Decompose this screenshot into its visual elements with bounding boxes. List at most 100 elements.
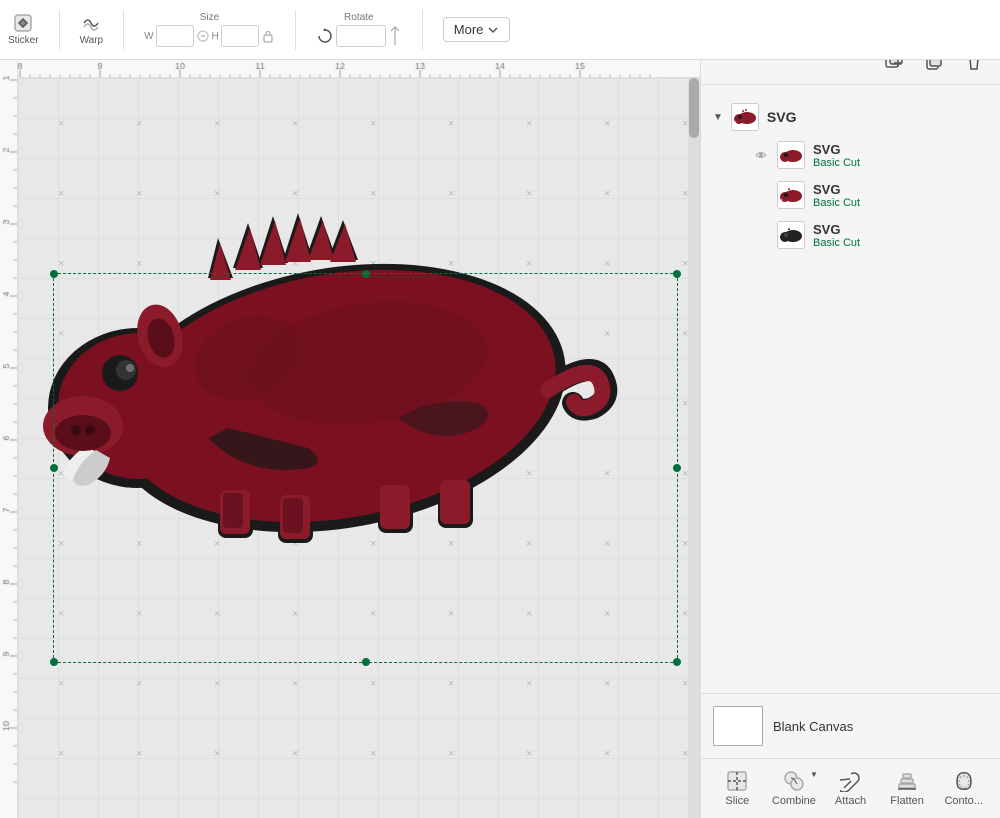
scrollbar-thumb[interactable] [689, 78, 699, 138]
layer-group-header[interactable]: ▼ SVG [713, 99, 988, 135]
attach-icon [840, 770, 862, 792]
grid-cross: × [136, 118, 142, 130]
flatten-icon [896, 770, 918, 792]
more-button[interactable]: More [443, 17, 511, 42]
combine-dropdown-arrow: ▼ [810, 770, 818, 779]
combine-label: Combine [772, 795, 816, 807]
rotate-input[interactable] [336, 25, 386, 47]
grid-cross: × [214, 608, 220, 620]
vertical-ruler [0, 60, 18, 818]
blank-canvas-label: Blank Canvas [773, 719, 853, 734]
grid-cross: × [370, 608, 376, 620]
item-type-3: Basic Cut [813, 237, 860, 249]
divider-4 [422, 10, 423, 50]
grid-cross: × [214, 118, 220, 130]
bottom-toolbar: Slice ▼ Combine Attach Flatte [701, 758, 1000, 818]
size-group: Size W H [144, 12, 275, 47]
blank-canvas-row: Blank Canvas [713, 706, 988, 746]
blank-canvas-thumb [713, 706, 763, 746]
more-label: More [454, 22, 484, 37]
w-label: W [144, 31, 153, 42]
item-type-1: Basic Cut [813, 157, 860, 169]
list-item[interactable]: SVG Basic Cut [713, 135, 988, 175]
link-icon [196, 29, 210, 43]
grid-cross: × [292, 608, 298, 620]
grid-cross: × [214, 748, 220, 760]
chevron-down-icon [487, 24, 499, 36]
attach-label: Attach [835, 795, 866, 807]
list-item[interactable]: SVG Basic Cut [713, 215, 988, 255]
grid-cross: × [136, 748, 142, 760]
warp-tool[interactable]: Warp [80, 13, 104, 46]
layer-group-svg: ▼ SVG [701, 93, 1000, 261]
item-info-2: SVG Basic Cut [813, 182, 860, 209]
rotate-icon [316, 27, 334, 45]
grid-cross: × [370, 118, 376, 130]
width-input[interactable] [156, 25, 194, 47]
slice-icon [726, 770, 748, 792]
size-inputs: W H [144, 25, 275, 47]
contour-icon [953, 770, 975, 792]
v-ruler-canvas [0, 60, 18, 818]
grid-cross: × [136, 608, 142, 620]
group-thumb [731, 103, 759, 131]
rotate-inputs [316, 25, 402, 47]
size-label: Size [200, 12, 219, 23]
item-type-2: Basic Cut [813, 197, 860, 209]
grid-cross: × [526, 608, 532, 620]
h-ruler-canvas [0, 60, 700, 78]
flatten-button[interactable]: Flatten [885, 770, 929, 807]
contour-label: Conto... [944, 795, 983, 807]
grid-cross: × [604, 118, 610, 130]
slice-label: Slice [725, 795, 749, 807]
boar-svg [38, 178, 658, 548]
divider-3 [295, 10, 296, 50]
divider-2 [123, 10, 124, 50]
canvas-scrollbar[interactable] [688, 78, 700, 818]
grid-cross: × [448, 608, 454, 620]
item-name-3: SVG [813, 222, 860, 237]
group-label: SVG [767, 109, 797, 125]
item-info-1: SVG Basic Cut [813, 142, 860, 169]
item-thumb-2 [777, 181, 805, 209]
grid-cross: × [370, 678, 376, 690]
boar-image[interactable] [38, 178, 658, 558]
item-icon-2 [779, 183, 803, 207]
blank-canvas-area: Blank Canvas [701, 693, 1000, 758]
combine-button[interactable]: ▼ Combine [772, 770, 816, 807]
layer-list: ▼ SVG [701, 85, 1000, 693]
item-icon-1 [779, 143, 803, 167]
horizontal-ruler [0, 60, 700, 78]
sticker-tool[interactable]: Sticker [8, 13, 39, 46]
rotate-group: Rotate [316, 12, 402, 47]
item-thumb-3 [777, 221, 805, 249]
attach-button[interactable]: Attach [829, 770, 873, 807]
sticker-label: Sticker [8, 35, 39, 46]
grid-cross: × [448, 678, 454, 690]
rotate-v-icon [388, 26, 402, 46]
grid-cross: × [58, 678, 64, 690]
grid-cross: × [604, 748, 610, 760]
list-item[interactable]: SVG Basic Cut [713, 175, 988, 215]
grid-cross: × [136, 678, 142, 690]
grid-cross: × [292, 748, 298, 760]
grid-cross: × [58, 608, 64, 620]
slice-button[interactable]: Slice [715, 770, 759, 807]
canvas-area[interactable]: ××××××××××××××××××××××××××××××××××××××××… [18, 78, 700, 818]
expand-arrow: ▼ [713, 112, 723, 123]
contour-button[interactable]: Conto... [942, 770, 986, 807]
grid-cross: × [448, 118, 454, 130]
height-input[interactable] [221, 25, 259, 47]
item-thumb-1 [777, 141, 805, 169]
divider-1 [59, 10, 60, 50]
item-info-3: SVG Basic Cut [813, 222, 860, 249]
flatten-label: Flatten [890, 795, 924, 807]
item-name-2: SVG [813, 182, 860, 197]
eye-icon-1 [753, 151, 769, 159]
warp-label: Warp [80, 35, 104, 46]
grid-cross: × [58, 118, 64, 130]
combine-icon [783, 770, 805, 792]
grid-cross: × [370, 748, 376, 760]
grid-cross: × [58, 748, 64, 760]
right-panel: Layers Color Sync [700, 0, 1000, 818]
